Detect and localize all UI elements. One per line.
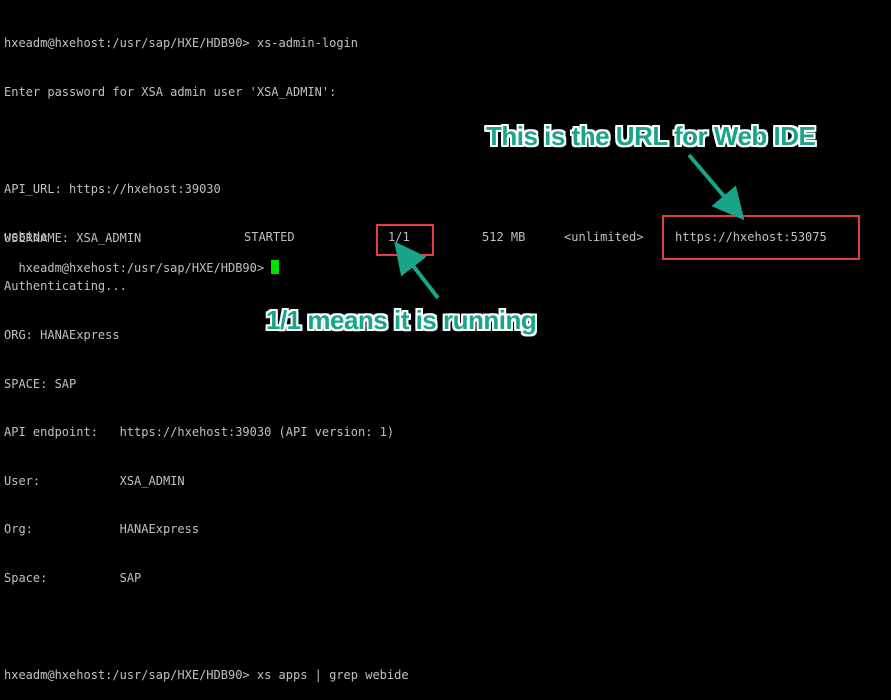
url-callout-text: This is the URL for Web IDE: [486, 121, 816, 151]
terminal-line: hxeadm@hxehost:/usr/sap/HXE/HDB90> xs ap…: [4, 668, 409, 683]
terminal-line: Space: SAP: [4, 570, 142, 585]
terminal-line: API endpoint: https://hxehost:39030 (API…: [4, 425, 395, 440]
callout-arrows: [394, 153, 745, 300]
terminal-line: User: XSA_ADMIN: [4, 473, 185, 488]
running-callout-text: 1/1 means it is running: [266, 305, 537, 335]
running-arrow: [394, 241, 440, 300]
terminal-line: Org: HANAExpress: [4, 522, 200, 537]
url-arrow: [687, 153, 745, 221]
